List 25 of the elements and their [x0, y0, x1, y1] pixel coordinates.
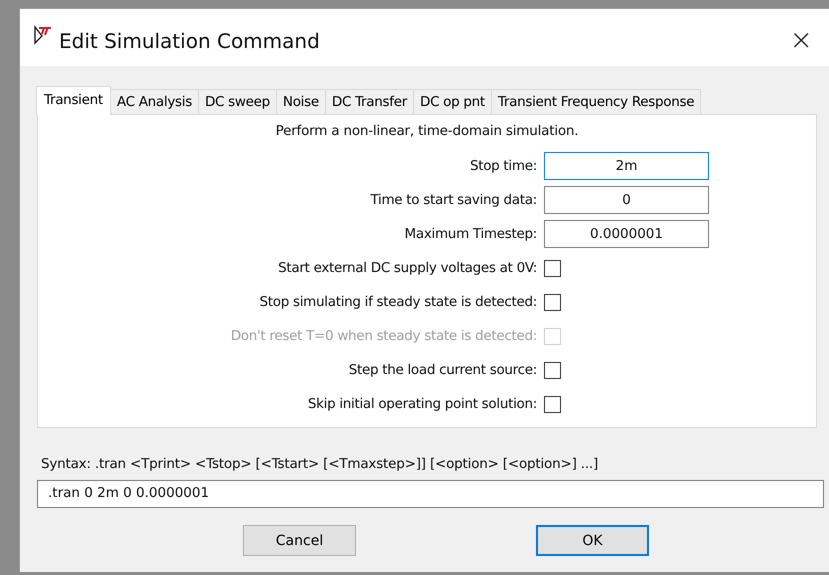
app-logo-icon — [33, 24, 53, 44]
window-title: Edit Simulation Command — [59, 28, 321, 52]
input-field[interactable]: 0.0000001 — [544, 220, 709, 248]
tab[interactable]: Transient — [36, 86, 111, 115]
checkbox[interactable] — [544, 396, 561, 412]
field-label: Step the load current source: — [348, 362, 537, 378]
field-label: Time to start saving data: — [369, 192, 537, 208]
field-label: Start external DC supply voltages at 0V: — [277, 260, 537, 276]
checkbox[interactable] — [544, 362, 561, 378]
checkbox[interactable] — [544, 260, 561, 276]
checkbox[interactable] — [544, 294, 561, 310]
dialog-button[interactable]: OK — [536, 525, 649, 556]
dialog-button[interactable]: Cancel — [243, 525, 356, 556]
description-text: Perform a non-linear, time-domain simulation. — [274, 123, 580, 139]
tab[interactable]: Transient Frequency Response — [490, 89, 702, 114]
field-label: Stop simulating if steady state is detected: — [258, 294, 537, 310]
field-label: Stop time: — [468, 158, 537, 174]
field-label: Maximum Timestep: — [404, 226, 537, 242]
input-field[interactable]: 0 — [544, 186, 709, 214]
field-label: Skip initial operating point solution: — [306, 396, 537, 412]
input-field[interactable]: 2m — [544, 152, 709, 180]
field-label: Don't reset T=0 when steady state is detected: — [230, 328, 537, 344]
close-button[interactable]: × — [786, 23, 817, 56]
command-field[interactable]: .tran 0 2m 0 0.0000001 — [37, 480, 824, 508]
syntax-text: Syntax: .tran <Tprint> <Tstop> [<Tstart> [<Tmaxstep>]] [<option> [<option>] ...] — [41, 456, 600, 472]
